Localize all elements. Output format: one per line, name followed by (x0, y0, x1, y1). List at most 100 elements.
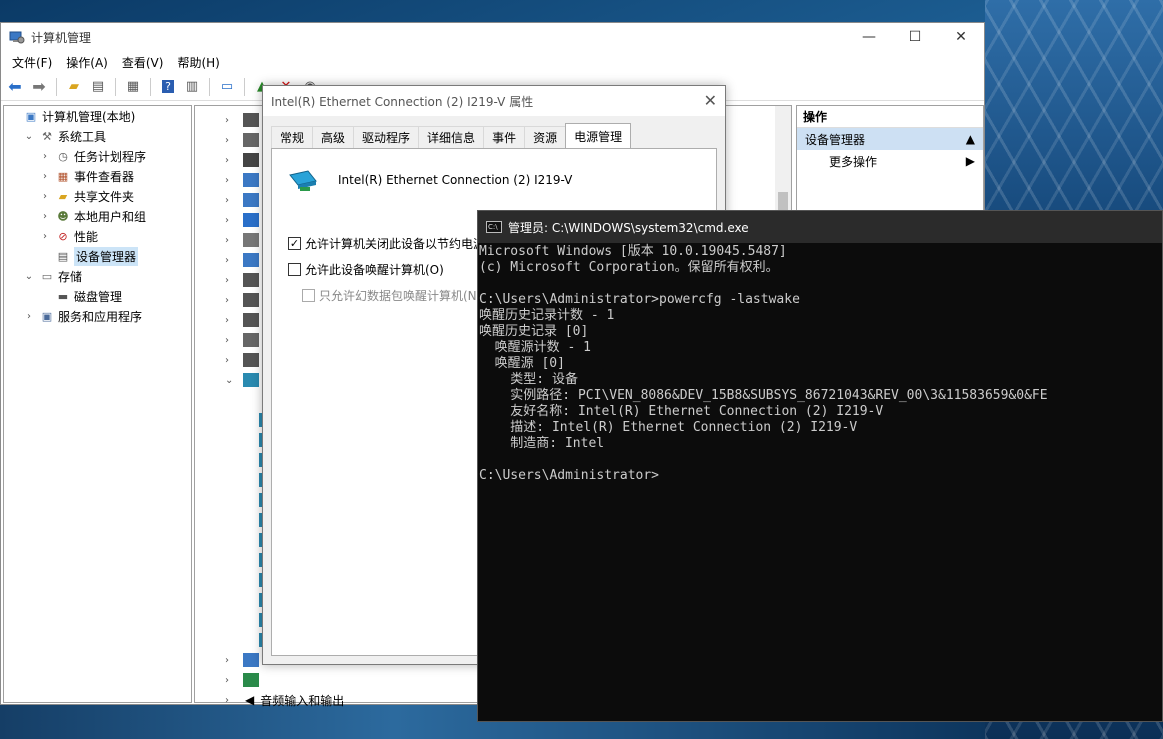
tab-resources[interactable]: 资源 (524, 126, 567, 148)
device-category-icon (243, 253, 259, 267)
back-button[interactable]: ⬅ (5, 77, 25, 97)
device-category-row[interactable]: › (225, 130, 263, 150)
tab-general[interactable]: 常规 (271, 126, 314, 148)
device-header: Intel(R) Ethernet Connection (2) I219-V (288, 167, 572, 193)
more-actions-item[interactable]: 更多操作 ▶ (797, 150, 983, 172)
expand-arrow-icon[interactable]: › (225, 255, 239, 266)
tab-driver[interactable]: 驱动程序 (353, 126, 420, 148)
actions-section-device-manager[interactable]: 设备管理器 ▲ (797, 128, 983, 150)
expand-arrow-icon[interactable]: › (225, 655, 239, 666)
device-category-row[interactable]: › (225, 230, 263, 250)
actions-section-label: 设备管理器 (805, 132, 866, 147)
device-category-row[interactable]: ⌄ (225, 370, 263, 390)
menu-file[interactable]: 文件(F) (5, 54, 59, 71)
tree-item[interactable]: ▤ 设备管理器 (4, 246, 191, 266)
allow-wake-checkbox[interactable] (288, 263, 301, 276)
expand-arrow-icon[interactable]: › (225, 175, 239, 186)
actions-header: 操作 (797, 106, 983, 128)
toolbar-divider (56, 77, 57, 96)
device-category-audio[interactable]: › ◀ 音频输入和输出 (225, 690, 344, 710)
expand-arrow-icon[interactable]: › (225, 355, 239, 366)
expand-arrow-icon[interactable]: ⌄ (225, 375, 239, 386)
scan-hardware-button[interactable]: ▭ (217, 77, 237, 97)
help-button[interactable]: ? (158, 77, 178, 97)
tab-advanced[interactable]: 高级 (312, 126, 355, 148)
cmd-line (479, 276, 1162, 292)
expand-arrow-icon[interactable]: › (225, 275, 239, 286)
tab-events[interactable]: 事件 (483, 126, 526, 148)
window-title: 计算机管理 (31, 30, 92, 45)
tree-item[interactable]: › ▰ 共享文件夹 (4, 186, 191, 206)
expand-arrow-icon[interactable]: › (225, 315, 239, 326)
minimize-button[interactable]: — (846, 23, 892, 51)
menu-action[interactable]: 操作(A) (59, 54, 115, 71)
device-category-icon (243, 373, 259, 387)
device-category-row[interactable]: › (225, 270, 263, 290)
action-pane-button[interactable]: ▥ (182, 77, 202, 97)
tree-item[interactable]: ⌄ ⚒ 系统工具 (4, 126, 191, 146)
menu-view[interactable]: 查看(V) (115, 54, 171, 71)
up-level-button[interactable]: ▰ (64, 77, 84, 97)
cmd-line: Microsoft Windows [版本 10.0.19045.5487] (479, 244, 787, 259)
cmd-line: 实例路径: PCI\VEN_8086&DEV_15B8&SUBSYS_86721… (479, 388, 1048, 403)
forward-button[interactable]: ➡ (29, 77, 49, 97)
maximize-icon: ☐ (908, 29, 922, 45)
device-category-row[interactable]: › (225, 650, 263, 670)
expand-arrow-icon[interactable]: › (225, 675, 239, 686)
performance-icon: ⊘ (58, 229, 68, 243)
properties-button[interactable]: ▦ (123, 77, 143, 97)
expand-arrow-icon[interactable]: › (38, 171, 52, 182)
expand-arrow-icon[interactable]: › (22, 311, 36, 322)
allow-power-off-option[interactable]: ✓ 允许计算机关闭此设备以节约电源 (288, 235, 485, 252)
dialog-close-button[interactable]: ✕ (704, 91, 717, 110)
device-category-row[interactable]: › (225, 310, 263, 330)
expand-arrow-icon[interactable]: › (225, 295, 239, 306)
device-category-row[interactable]: › (225, 170, 263, 190)
device-category-row[interactable]: › (225, 330, 263, 350)
expand-arrow-icon[interactable]: › (225, 135, 239, 146)
expand-arrow-icon[interactable]: ⌄ (22, 271, 36, 282)
device-category-row[interactable]: › (225, 250, 263, 270)
expand-arrow-icon[interactable]: › (225, 235, 239, 246)
toolbar-divider (209, 77, 210, 96)
expand-arrow-icon[interactable]: › (38, 211, 52, 222)
expand-arrow-icon[interactable]: › (225, 335, 239, 346)
expand-arrow-icon[interactable]: › (225, 115, 239, 126)
device-category-row[interactable]: › (225, 210, 263, 230)
tree-item-label: 本地用户和组 (74, 209, 147, 224)
expand-arrow-icon[interactable]: › (38, 231, 52, 242)
tree-item[interactable]: ▣ 计算机管理(本地) (4, 106, 191, 126)
expand-arrow-icon[interactable]: › (38, 151, 52, 162)
close-button[interactable]: ✕ (938, 23, 984, 51)
device-category-row[interactable]: › (225, 150, 263, 170)
show-hide-tree-button[interactable]: ▤ (88, 77, 108, 97)
tree-item[interactable]: › ☻ 本地用户和组 (4, 206, 191, 226)
menu-help[interactable]: 帮助(H) (170, 54, 226, 71)
device-category-row[interactable]: › (225, 670, 263, 690)
device-category-row[interactable]: › (225, 350, 263, 370)
tree-item[interactable]: ⌄ ▭ 存储 (4, 266, 191, 286)
cmd-line: 类型: 设备 (479, 372, 578, 387)
tree-item[interactable]: › ◷ 任务计划程序 (4, 146, 191, 166)
storage-icon: ▭ (41, 269, 53, 283)
expand-arrow-icon[interactable]: ⌄ (22, 131, 36, 142)
maximize-button[interactable]: ☐ (892, 23, 938, 51)
expand-arrow-icon[interactable]: › (38, 191, 52, 202)
tree-item[interactable]: › ▣ 服务和应用程序 (4, 306, 191, 326)
tree-item[interactable]: ▬ 磁盘管理 (4, 286, 191, 306)
tree-item[interactable]: › ▦ 事件查看器 (4, 166, 191, 186)
cmd-output[interactable]: Microsoft Windows [版本 10.0.19045.5487] (c… (478, 243, 1162, 484)
device-category-row[interactable]: › (225, 190, 263, 210)
tree-item[interactable]: › ⊘ 性能 (4, 226, 191, 246)
expand-arrow-icon[interactable]: › (225, 155, 239, 166)
device-category-row[interactable]: › (225, 110, 263, 130)
cmd-icon: C:\ (486, 221, 502, 233)
tab-power-management[interactable]: 电源管理 (565, 123, 632, 148)
tree-item-label: 共享文件夹 (74, 189, 135, 204)
allow-power-off-checkbox[interactable]: ✓ (288, 237, 301, 250)
allow-wake-option[interactable]: 允许此设备唤醒计算机(O) (288, 261, 444, 278)
expand-arrow-icon[interactable]: › (225, 195, 239, 206)
device-category-row[interactable]: › (225, 290, 263, 310)
expand-arrow-icon[interactable]: › (225, 215, 239, 226)
tab-details[interactable]: 详细信息 (418, 126, 485, 148)
